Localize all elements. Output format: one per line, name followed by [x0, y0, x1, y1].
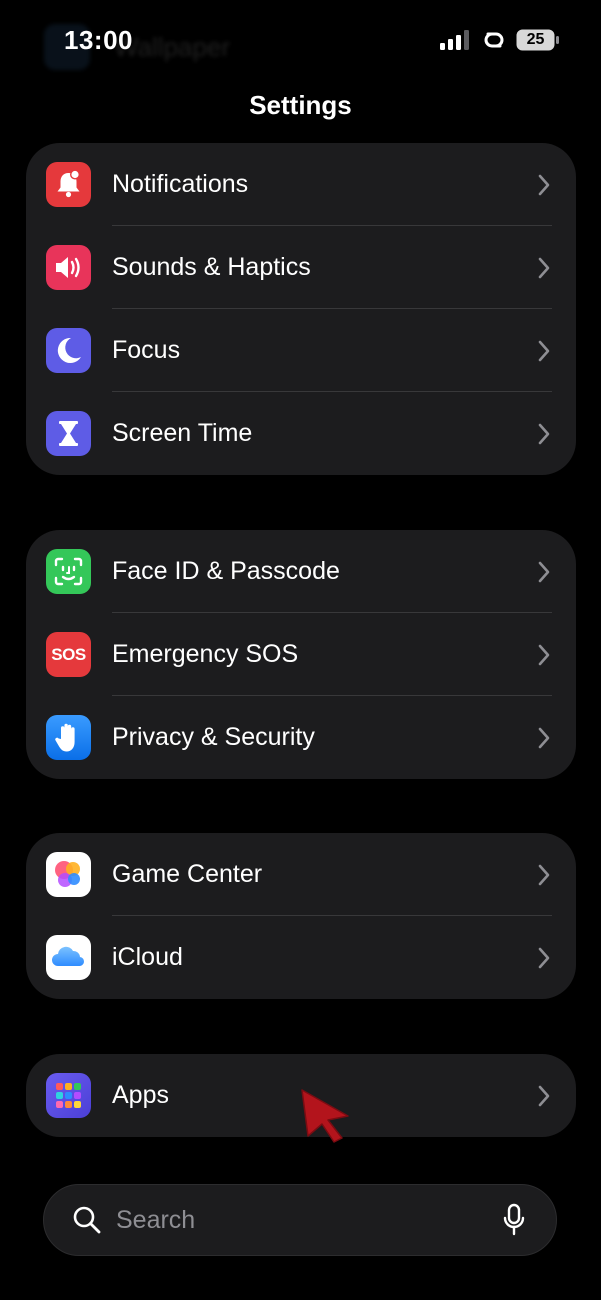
status-bar: Wallpaper 13:00 25 — [0, 0, 601, 80]
row-label: Emergency SOS — [112, 640, 299, 668]
chevron-right-icon — [538, 1085, 550, 1107]
chevron-right-icon — [538, 864, 550, 886]
row-face-id-passcode[interactable]: Face ID & Passcode — [26, 530, 576, 613]
hand-icon — [46, 715, 91, 760]
row-label: Focus — [112, 336, 181, 364]
row-game-center[interactable]: Game Center — [26, 833, 576, 916]
row-label: Screen Time — [112, 419, 253, 447]
row-label: Apps — [112, 1081, 169, 1109]
chevron-right-icon — [538, 727, 550, 749]
row-label: Game Center — [112, 860, 263, 888]
moon-icon — [46, 328, 91, 373]
settings-group-accounts: Game Center iCloud — [26, 833, 576, 999]
game-center-icon — [46, 852, 91, 897]
search-icon — [73, 1206, 101, 1234]
chevron-right-icon — [538, 644, 550, 666]
chevron-right-icon — [538, 174, 550, 196]
pointer-cursor-icon — [301, 1089, 349, 1143]
speaker-icon — [46, 245, 91, 290]
battery-icon: 25 — [516, 29, 560, 51]
battery-level: 25 — [526, 31, 545, 48]
chevron-right-icon — [538, 257, 550, 279]
hourglass-icon — [46, 411, 91, 456]
cloud-icon — [46, 935, 91, 980]
cellular-signal-icon — [440, 30, 469, 50]
row-notifications[interactable]: Notifications — [26, 143, 576, 226]
row-emergency-sos[interactable]: SOS Emergency SOS — [26, 613, 576, 696]
search-placeholder: Search — [116, 1206, 196, 1234]
chevron-right-icon — [538, 947, 550, 969]
sos-icon-text: SOS — [51, 645, 86, 664]
microphone-icon[interactable] — [502, 1203, 526, 1237]
page-title: Settings — [249, 90, 352, 120]
row-label: Privacy & Security — [112, 723, 315, 751]
row-sounds-haptics[interactable]: Sounds & Haptics — [26, 226, 576, 309]
personal-hotspot-icon — [484, 32, 504, 48]
row-privacy-security[interactable]: Privacy & Security — [26, 696, 576, 779]
chevron-right-icon — [538, 561, 550, 583]
status-time: 13:00 — [64, 25, 133, 55]
settings-group-attention: Notifications Sounds & Haptics Focus Scr… — [26, 143, 576, 475]
row-label: Notifications — [112, 170, 249, 198]
sos-icon: SOS — [46, 632, 91, 677]
row-label: iCloud — [112, 943, 183, 971]
chevron-right-icon — [538, 340, 550, 362]
search-bar[interactable]: Search — [43, 1184, 557, 1256]
row-icloud[interactable]: iCloud — [26, 916, 576, 999]
row-label: Sounds & Haptics — [112, 253, 311, 281]
row-focus[interactable]: Focus — [26, 309, 576, 392]
chevron-right-icon — [538, 423, 550, 445]
row-label: Face ID & Passcode — [112, 557, 340, 585]
apps-grid-icon — [46, 1073, 91, 1118]
bell-badge-icon — [46, 162, 91, 207]
face-id-icon — [46, 549, 91, 594]
settings-group-security: Face ID & Passcode SOS Emergency SOS Pri… — [26, 530, 576, 779]
row-screen-time[interactable]: Screen Time — [26, 392, 576, 475]
